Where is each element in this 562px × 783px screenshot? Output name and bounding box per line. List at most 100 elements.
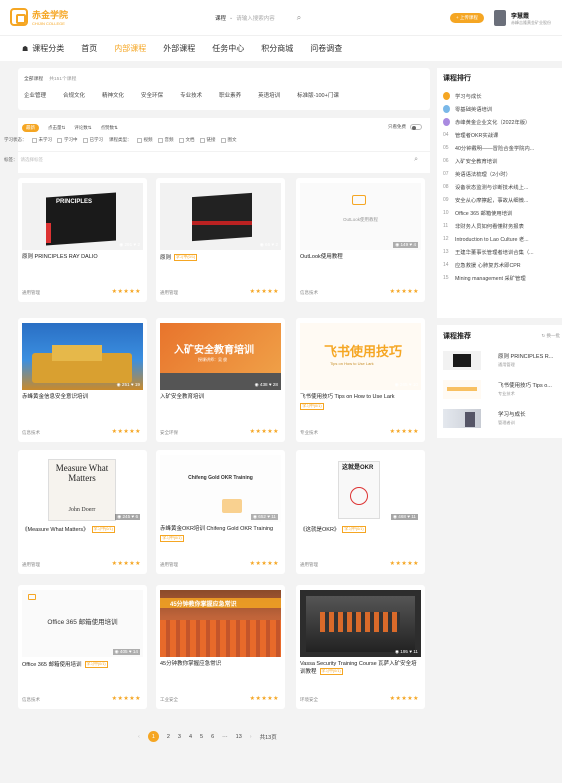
page-button[interactable]: 4 — [189, 734, 192, 740]
ranking-item[interactable]: 05 40分钟戴明——冒险合金学院内... — [443, 141, 562, 154]
status-checkbox[interactable] — [57, 137, 62, 143]
course-card[interactable]: OutLook使用教程 ◉ 149 ♥ 4 OutLook使用教程 信息技术 ★… — [296, 178, 425, 302]
ranking-item[interactable]: 15 Mining management 采矿管理 — [443, 271, 562, 284]
recommend-item[interactable]: 学习与成长 管理者训 — [443, 409, 561, 429]
sort-likes[interactable]: 点赞数⇅ — [101, 125, 118, 131]
upload-course-button[interactable]: + 上传课程 — [450, 13, 484, 23]
course-card[interactable]: ◉ 66 ♥ 2 原则 学习中(0/1) 通用管理 ★★★★★ — [156, 178, 285, 302]
course-title[interactable]: OutLook使用教程 — [300, 254, 343, 260]
recommend-item[interactable]: 原则 PRINCIPLES R... 通用管理 — [443, 351, 561, 371]
course-thumbnail[interactable]: ◉ 195 ♥ 11 — [300, 590, 421, 657]
sort-clicks[interactable]: 点击量⇅ — [48, 125, 65, 131]
course-thumbnail[interactable]: Measure What Matters John Doerr ◉ 245 ♥ … — [22, 455, 143, 522]
category-item[interactable]: 精神文化 — [102, 91, 124, 99]
page-button[interactable]: 6 — [211, 734, 214, 740]
ranking-item[interactable]: 10 Office 365 邮箱使用培训 — [443, 206, 562, 219]
course-thumbnail[interactable]: 飞书使用技巧 Tips on How to Use Lark ◉ 265 ♥ 1… — [300, 323, 421, 390]
nav-internal-courses[interactable]: 内部课程 — [114, 43, 146, 54]
course-card[interactable]: 飞书使用技巧 Tips on How to Use Lark ◉ 265 ♥ 1… — [296, 318, 425, 442]
status-checkbox[interactable] — [82, 137, 88, 143]
course-thumbnail[interactable]: 45分钟教你掌握应急常识 — [160, 590, 281, 657]
course-card[interactable]: ◉ 195 ♥ 11 Vassa Security Training Cours… — [296, 585, 425, 709]
ranking-item[interactable]: 09 安全从心摩擦起，事故从细微... — [443, 193, 562, 206]
search-input[interactable]: 请输入搜索内容 — [236, 14, 275, 22]
user-name[interactable]: 李慧霞 — [511, 11, 529, 20]
category-item[interactable]: 职业素养 — [219, 91, 241, 99]
page-button[interactable]: 5 — [200, 734, 203, 740]
search-bar[interactable]: 课程 ⌄ 请输入搜索内容 ⌕ — [215, 13, 301, 23]
course-thumbnail[interactable]: 入矿安全教育培训 授课讲师：吴 俊 ◉ 438 ♥ 28 — [160, 323, 281, 390]
sort-comments[interactable]: 评论数⇅ — [74, 125, 91, 131]
all-courses-link[interactable]: 全部课程 — [24, 77, 43, 82]
type-checkbox[interactable] — [157, 137, 163, 143]
nav-survey[interactable]: 问卷调查 — [310, 43, 342, 54]
course-thumbnail[interactable]: Chifeng Gold OKR Training ◉ 652 ♥ 11 — [160, 455, 281, 522]
course-thumbnail[interactable]: ◉ 66 ♥ 2 — [160, 183, 281, 250]
course-title[interactable]: 赤峰黄金信息安全意识培训 — [22, 394, 88, 400]
search-icon[interactable]: ⌕ — [297, 13, 301, 23]
category-item[interactable]: 英语培训 — [258, 91, 280, 99]
category-item[interactable]: 标准版-100+门课 — [297, 91, 339, 99]
prev-page-icon[interactable]: ‹ — [138, 734, 140, 740]
ranking-item[interactable]: 06 入矿安全教育培训 — [443, 154, 562, 167]
course-title[interactable]: 赤峰黄金OKR培训 Chifeng Gold OKR Training — [160, 526, 273, 532]
type-checkbox[interactable] — [136, 137, 142, 143]
category-item[interactable]: 安全环保 — [141, 91, 163, 99]
category-item[interactable]: 企业管理 — [24, 91, 46, 99]
course-card[interactable]: ◉ 251 ♥ 19 赤峰黄金信息安全意识培训 信息技术 ★★★★★ — [18, 318, 147, 442]
avatar[interactable] — [494, 10, 506, 26]
course-title[interactable]: 《Measure What Matters》 — [22, 527, 89, 533]
course-card[interactable]: Chifeng Gold OKR Training ◉ 652 ♥ 11 赤峰黄… — [156, 450, 285, 574]
course-card[interactable]: 45分钟教你掌握应急常识 45分钟教你掌握应急常识 工业安全 ★★★★★ — [156, 585, 285, 709]
ranking-item[interactable]: 赤峰黄金企业文化（2022年版） — [443, 115, 562, 128]
ranking-item[interactable]: 零基础英语培训 — [443, 102, 562, 115]
search-scope-select[interactable]: 课程 — [215, 14, 226, 22]
course-thumbnail[interactable]: OutLook使用教程 ◉ 149 ♥ 4 — [300, 183, 421, 250]
course-card[interactable]: Office 365 邮箱使用培训 ◉ 405 ♥ 14 Office 365 … — [18, 585, 147, 709]
course-card[interactable]: 这就是OKR ◉ 468 ♥ 11 《这就是OKR》 学习中(0/1) 通用管理 … — [296, 450, 425, 574]
course-card[interactable]: Measure What Matters John Doerr ◉ 245 ♥ … — [18, 450, 147, 574]
course-thumbnail[interactable]: Office 365 邮箱使用培训 ◉ 405 ♥ 14 — [22, 590, 143, 657]
page-button[interactable]: 13 — [236, 734, 242, 740]
course-thumbnail[interactable]: PRINCIPLES ◉ 291 ♥ 2 — [22, 183, 143, 250]
type-checkbox[interactable] — [199, 137, 205, 143]
page-button[interactable]: 2 — [167, 734, 170, 740]
page-button[interactable]: 3 — [178, 734, 181, 740]
type-checkbox[interactable] — [220, 137, 226, 143]
logo[interactable]: 赤金学院 CHIJIN COLLEGE — [10, 8, 68, 26]
ranking-item[interactable]: 13 王建华董事长管理者培训合集（... — [443, 245, 562, 258]
ranking-item[interactable]: 14 应急救援 心肺复苏术即CPR — [443, 258, 562, 271]
course-title[interactable]: 飞书使用技巧 Tips on How to Use Lark — [300, 394, 395, 400]
ranking-item[interactable]: 07 英语语法梳理（2小时） — [443, 167, 562, 180]
only-free-toggle[interactable] — [410, 124, 422, 130]
course-title[interactable]: Vassa Security Training Course 瓦萨入矿安全培训教… — [300, 661, 417, 675]
ranking-item[interactable]: 学习与成长 — [443, 89, 562, 102]
ranking-item[interactable]: 04 管理者OKR实战课 — [443, 128, 562, 141]
tag-input[interactable]: 请选择标签 — [21, 157, 44, 163]
refresh-button[interactable]: 换一批 — [547, 333, 561, 338]
course-title[interactable]: 45分钟教你掌握应急常识 — [160, 661, 221, 667]
course-title[interactable]: 《这就是OKR》 — [300, 527, 339, 533]
ranking-item[interactable]: 12 Introduction to Lao Culture 老... — [443, 232, 562, 245]
nav-points-mall[interactable]: 积分商城 — [261, 43, 293, 54]
category-item[interactable]: 专业技术 — [180, 91, 202, 99]
page-button[interactable]: 1 — [147, 731, 159, 742]
course-title[interactable]: Office 365 邮箱使用培训 — [22, 662, 82, 668]
nav-task-center[interactable]: 任务中心 — [212, 43, 244, 54]
course-title[interactable]: 入矿安全教育培训 — [160, 394, 204, 400]
course-thumbnail[interactable]: ◉ 251 ♥ 19 — [22, 323, 143, 390]
nav-course-category[interactable]: 课程分类 — [32, 43, 64, 54]
course-title[interactable]: 原则 — [160, 255, 171, 261]
ranking-item[interactable]: 08 设备状态监测与诊断技术线上... — [443, 180, 562, 193]
ranking-item[interactable]: 11 非财务人员如何看懂财务报表 — [443, 219, 562, 232]
course-card[interactable]: PRINCIPLES ◉ 291 ♥ 2 原则 PRINCIPLES RAY D… — [18, 178, 147, 302]
category-item[interactable]: 合规文化 — [63, 91, 85, 99]
nav-external-courses[interactable]: 外部课程 — [163, 43, 195, 54]
sort-newest[interactable]: 最新 — [22, 124, 39, 132]
next-page-icon[interactable]: › — [250, 734, 252, 740]
nav-home[interactable]: 首页 — [81, 43, 97, 54]
course-thumbnail[interactable]: 这就是OKR ◉ 468 ♥ 11 — [300, 455, 421, 522]
search-icon[interactable]: ⌕ — [414, 156, 418, 164]
recommend-item[interactable]: 飞书使用技巧 Tips o... 专业技术 — [443, 380, 561, 400]
course-title[interactable]: 原则 PRINCIPLES RAY DALIO — [22, 254, 98, 260]
